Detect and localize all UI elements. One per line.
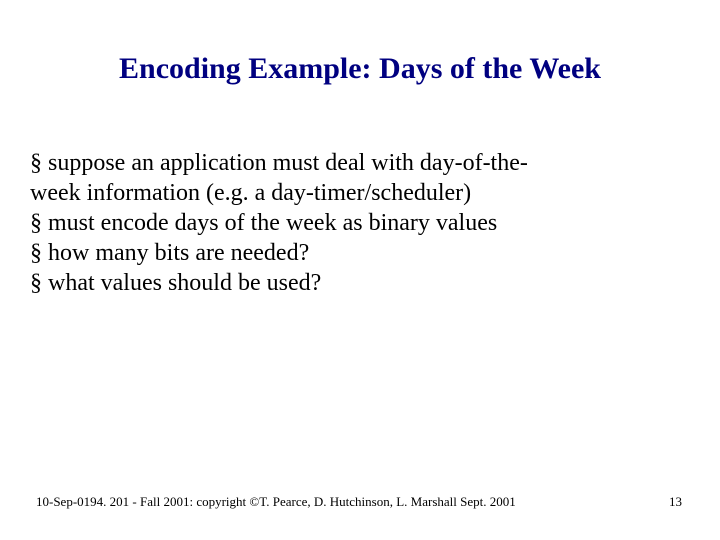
bullet-continuation: week information (e.g. a day-timer/sched… [30,178,690,208]
bullet-text: what values should be used? [48,270,321,296]
slide-title: Encoding Example: Days of the Week [0,52,720,86]
bullet-marker: § [30,210,42,236]
bullet-item: §what values should be used? [30,268,690,298]
bullet-item: §how many bits are needed? [30,238,690,268]
bullet-text: must encode days of the week as binary v… [48,210,497,236]
bullet-marker: § [30,150,42,176]
bullet-text: suppose an application must deal with da… [48,150,528,176]
slide: Encoding Example: Days of the Week §supp… [0,0,720,540]
bullet-item: §must encode days of the week as binary … [30,208,690,238]
bullet-marker: § [30,240,42,266]
bullet-marker: § [30,270,42,296]
footer-text: 10-Sep-0194. 201 - Fall 2001: copyright … [36,494,516,510]
slide-content: §suppose an application must deal with d… [30,148,690,298]
page-number: 13 [669,494,682,510]
bullet-text: how many bits are needed? [48,240,309,266]
bullet-item: §suppose an application must deal with d… [30,148,690,178]
